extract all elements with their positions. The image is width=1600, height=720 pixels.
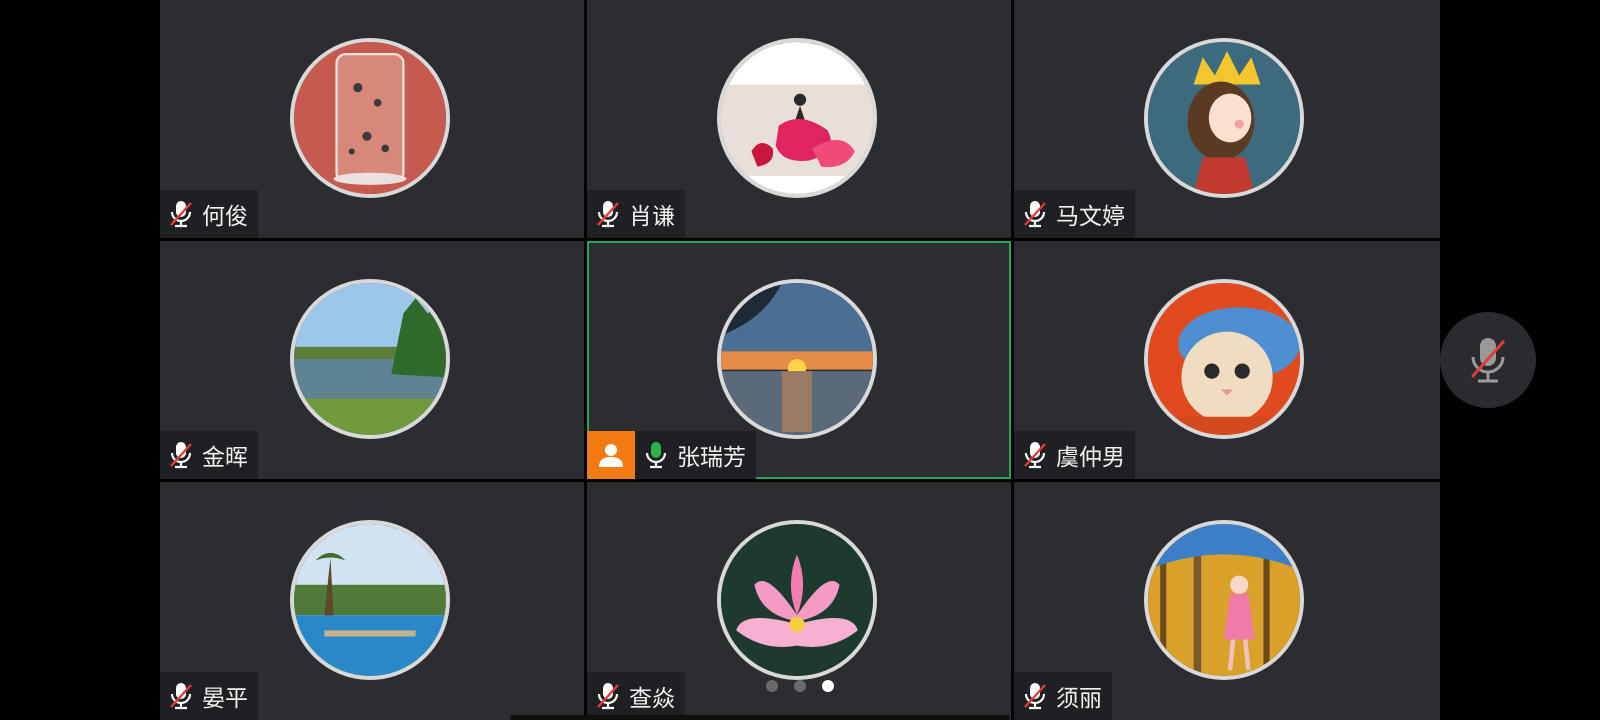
mic-icon — [645, 442, 667, 469]
participant-name: 虞仲男 — [1056, 445, 1125, 471]
participant-tile[interactable]: 马文婷 — [1014, 0, 1440, 238]
mic-muted-icon — [1470, 338, 1506, 383]
participant-tile[interactable]: 须丽 — [1014, 482, 1440, 720]
participant-tile[interactable]: 晏平 — [160, 482, 584, 720]
name-tag: 马文婷 — [1014, 190, 1135, 238]
participant-name: 马文婷 — [1056, 204, 1125, 230]
participant-tile[interactable]: 查焱 — [587, 482, 1011, 720]
participant-avatar — [290, 38, 450, 198]
participant-avatar — [1144, 38, 1304, 198]
name-tag: 虞仲男 — [1014, 431, 1135, 479]
participant-avatar — [1144, 279, 1304, 439]
mic-muted-icon — [1024, 201, 1046, 228]
name-tag: 何俊 — [160, 190, 258, 238]
name-tag: 肖谦 — [587, 190, 685, 238]
mic-muted-icon — [170, 683, 192, 710]
participant-name: 金晖 — [202, 445, 248, 471]
name-tag: 张瑞芳 — [635, 431, 756, 479]
participant-avatar — [290, 520, 450, 680]
name-tag: 晏平 — [160, 672, 258, 720]
participant-avatar — [717, 38, 877, 198]
participant-name: 查焱 — [629, 686, 675, 712]
video-grid: 何俊 肖谦 马文婷 金晖 张瑞芳 虞仲男 晏平 查焱 须丽 — [160, 0, 1440, 720]
name-tag: 金晖 — [160, 431, 258, 479]
mic-muted-icon — [170, 201, 192, 228]
mute-toggle-button[interactable] — [1440, 312, 1536, 408]
person-icon — [599, 444, 623, 467]
mic-muted-icon — [1024, 683, 1046, 710]
participant-name: 肖谦 — [629, 204, 675, 230]
participant-tile-speaking[interactable]: 张瑞芳 — [587, 241, 1011, 479]
participant-avatar — [717, 279, 877, 439]
participant-avatar — [1144, 520, 1304, 680]
participant-avatar — [290, 279, 450, 439]
participant-tile[interactable]: 肖谦 — [587, 0, 1011, 238]
participant-tile[interactable]: 金晖 — [160, 241, 584, 479]
participant-avatar — [717, 520, 877, 680]
participant-name: 张瑞芳 — [677, 445, 746, 471]
mic-muted-icon — [597, 201, 619, 228]
home-indicator — [510, 715, 1010, 720]
mic-muted-icon — [597, 683, 619, 710]
participant-tile[interactable]: 何俊 — [160, 0, 584, 238]
participant-name: 何俊 — [202, 204, 248, 230]
name-tag: 须丽 — [1014, 672, 1112, 720]
mic-muted-icon — [1024, 442, 1046, 469]
mic-muted-icon — [170, 442, 192, 469]
participant-name: 晏平 — [202, 686, 248, 712]
participant-tile[interactable]: 虞仲男 — [1014, 241, 1440, 479]
name-tag: 查焱 — [587, 672, 685, 720]
participant-name: 须丽 — [1056, 686, 1102, 712]
host-badge — [587, 431, 635, 479]
